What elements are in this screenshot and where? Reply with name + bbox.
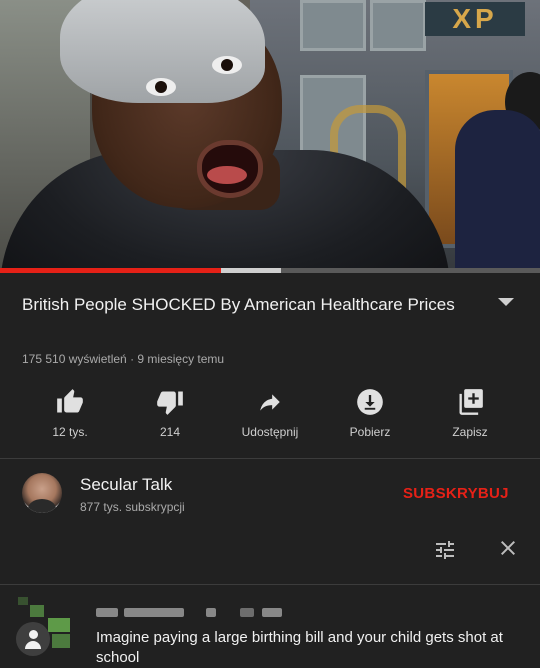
- divider: [0, 584, 540, 585]
- pixelated-avatar-block: [18, 597, 28, 605]
- pixelated-avatar-block: [52, 634, 70, 648]
- blurred-username: [206, 608, 216, 617]
- channel-avatar[interactable]: [22, 473, 62, 513]
- dislike-button[interactable]: 214: [120, 385, 220, 439]
- close-comments-button[interactable]: [496, 536, 520, 565]
- divider: [0, 458, 540, 459]
- download-label: Pobierz: [349, 425, 391, 439]
- video-subject-eye: [146, 78, 176, 96]
- blurred-username: [262, 608, 282, 617]
- save-label: Zapisz: [452, 425, 488, 439]
- video-subject-eye: [212, 56, 242, 74]
- pixelated-avatar-block: [48, 618, 70, 632]
- thumb-up-icon: [20, 385, 120, 419]
- subscribe-button[interactable]: SUBSKRYBUJ: [403, 485, 509, 502]
- video-player[interactable]: XP: [0, 0, 540, 273]
- share-icon: [220, 385, 320, 419]
- storefront-sign: XP: [425, 2, 525, 36]
- blurred-username: [124, 608, 184, 617]
- channel-name[interactable]: Secular Talk: [80, 475, 172, 495]
- channel-subscriber-count: 877 tys. subskrypcji: [80, 500, 185, 514]
- video-progress-bar[interactable]: [0, 268, 540, 273]
- expand-description-icon[interactable]: [498, 298, 514, 306]
- video-subject-tongue: [207, 166, 247, 184]
- close-icon: [501, 541, 515, 555]
- progress-played: [0, 268, 222, 273]
- comment-text: Imagine paying a large birthing bill and…: [96, 629, 503, 666]
- share-button[interactable]: Udostępnij: [220, 385, 320, 439]
- download-icon: [320, 385, 420, 419]
- video-title[interactable]: British People SHOCKED By American Healt…: [22, 292, 482, 318]
- blurred-username: [96, 608, 118, 617]
- blurred-username: [240, 608, 254, 617]
- like-button[interactable]: 12 tys.: [20, 385, 120, 439]
- download-button[interactable]: Pobierz: [320, 385, 420, 439]
- add-to-playlist-icon: [420, 385, 520, 419]
- sliders-icon: [436, 541, 454, 559]
- like-count: 12 tys.: [52, 425, 88, 439]
- video-background-person: [455, 110, 540, 273]
- sort-comments-button[interactable]: [432, 538, 458, 567]
- share-label: Udostępnij: [241, 425, 299, 439]
- save-button[interactable]: Zapisz: [420, 385, 520, 439]
- pixelated-avatar-block: [30, 605, 44, 617]
- dislike-count: 214: [159, 425, 181, 439]
- video-background-window: [300, 0, 366, 51]
- thumb-down-icon: [120, 385, 220, 419]
- video-background-window: [370, 0, 426, 51]
- video-view-count: 175 510 wyświetleń · 9 miesięcy temu: [22, 352, 225, 366]
- video-action-bar: 12 tys. 214 Udostępnij Pobierz Zapisz: [0, 385, 540, 445]
- comment-author-avatar[interactable]: [16, 622, 50, 656]
